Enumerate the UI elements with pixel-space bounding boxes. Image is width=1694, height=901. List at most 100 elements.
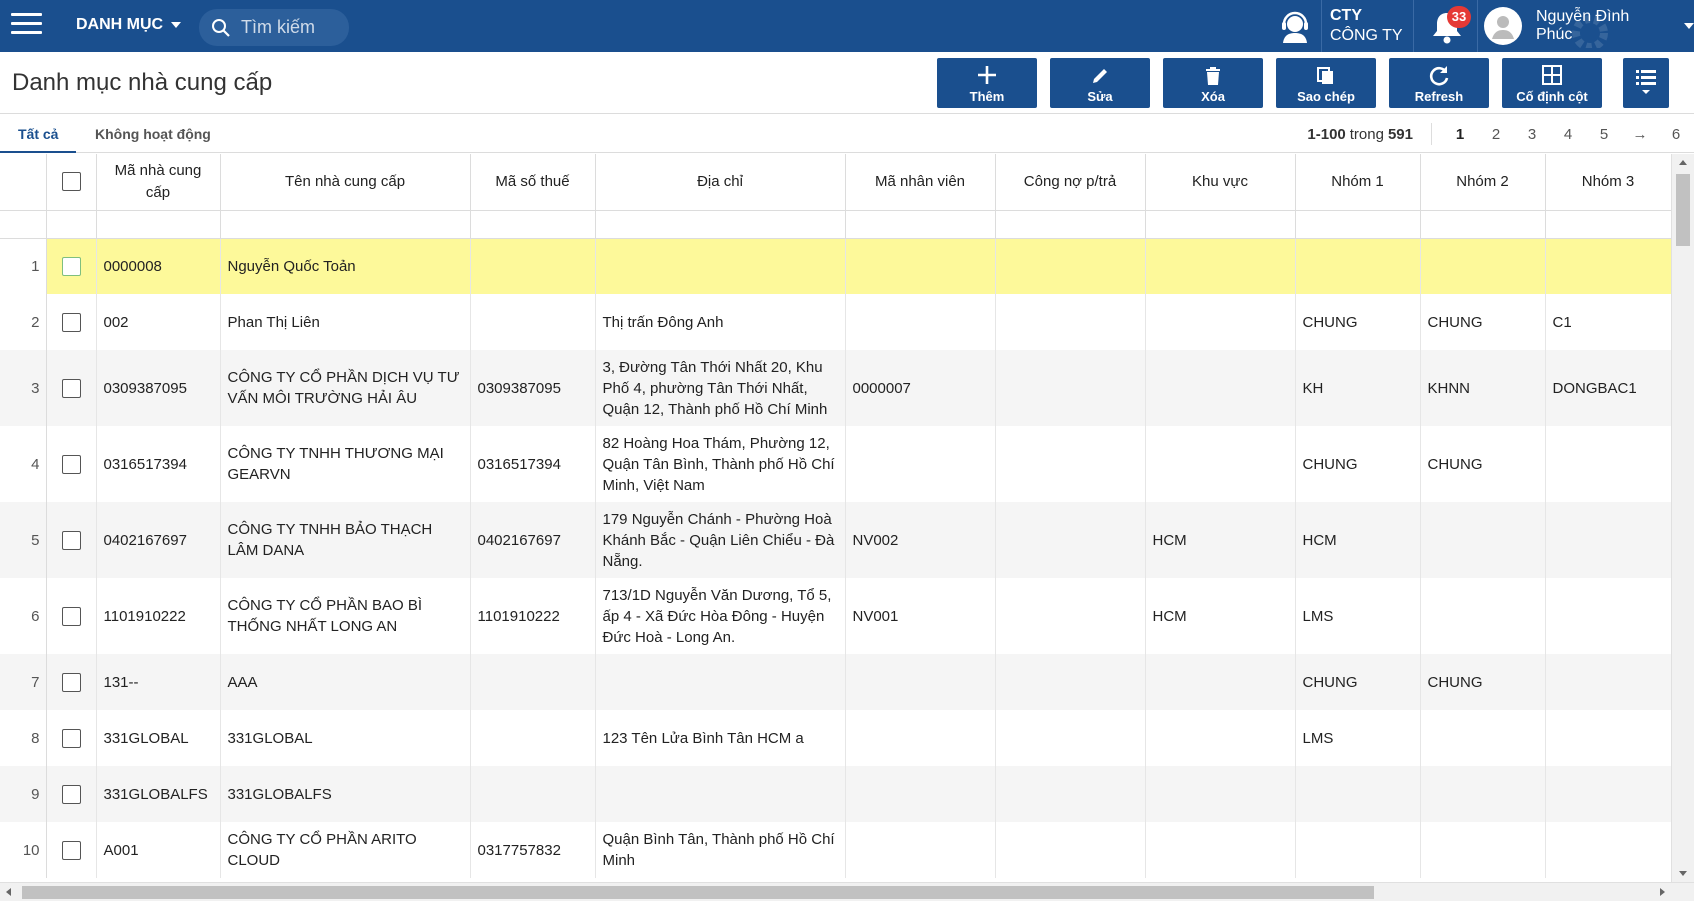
group-1-cell: LMS [1295,578,1421,654]
filter-cell[interactable] [1545,210,1671,239]
page-link-1[interactable]: 1 [1442,126,1478,143]
region-cell: HCM [1145,502,1296,578]
row-select-cell [46,238,97,294]
table-row[interactable]: 2 002 Phan Thị Liên Thị trấn Đông Anh CHUNG C… [0,294,1671,350]
row-checkbox[interactable] [61,673,81,693]
table-row[interactable]: 3 0309387095 CÔNG TY CỔ PHẦN DỊCH VỤ TƯ VẤ… [0,350,1671,426]
column-header-group-2[interactable]: Nhóm 2 [1420,154,1546,211]
page-link-4[interactable]: 4 [1550,126,1586,143]
page-link-2[interactable]: 2 [1478,126,1514,143]
row-checkbox[interactable] [61,531,81,551]
filter-cell[interactable] [1145,210,1296,239]
row-checkbox[interactable] [61,729,81,749]
column-header-region[interactable]: Khu vực [1145,154,1296,211]
notification-count-badge: 33 [1447,6,1471,28]
pagination-divider [1431,123,1432,145]
supplier-code-cell: A001 [96,822,221,878]
region-cell [1145,238,1296,294]
row-checkbox[interactable] [61,379,81,399]
support-agent-icon[interactable] [1277,9,1313,45]
scroll-left-arrow-icon[interactable] [6,888,11,896]
column-header-group-3[interactable]: Nhóm 3 [1545,154,1671,211]
group-2-cell [1420,710,1546,766]
copy-button[interactable]: Sao chép [1276,58,1376,108]
filter-cell[interactable] [1420,210,1546,239]
row-checkbox[interactable] [61,313,81,333]
column-header-tax-code[interactable]: Mã số thuế [470,154,596,211]
employee-code-cell: NV002 [845,502,996,578]
scroll-down-arrow-icon[interactable] [1679,871,1687,876]
add-button[interactable]: Thêm [937,58,1037,108]
tab-all[interactable]: Tất cả [0,115,77,153]
category-menu[interactable]: DANH MỤC [76,16,182,34]
scroll-right-arrow-icon[interactable] [1660,888,1665,896]
page-link-last[interactable]: 6 [1658,126,1694,143]
search-input[interactable] [241,17,346,38]
filter-cell[interactable] [845,210,996,239]
vertical-scroll-thumb[interactable] [1676,174,1690,246]
search-box[interactable] [199,9,349,46]
company-selector[interactable]: CTY CÔNG TY [1330,6,1403,46]
region-cell [1145,766,1296,822]
filter-cell[interactable] [995,210,1146,239]
table-row[interactable]: 7 131-- AAA CHUNG CHUNG [0,654,1671,710]
table-row[interactable]: 9 331GLOBALFS 331GLOBALFS [0,766,1671,822]
tab-inactive[interactable]: Không hoạt động [95,115,211,153]
table-row[interactable]: 8 331GLOBAL 331GLOBAL 123 Tên Lửa Bình Tân … [0,710,1671,766]
user-menu[interactable]: Nguyễn Đình Phúc [1484,6,1694,46]
table-row[interactable]: 6 1101910222 CÔNG TY CỔ PHẦN BAO BÌ THỐNG … [0,578,1671,654]
horizontal-scroll-thumb[interactable] [22,886,1374,899]
row-number: 4 [0,426,47,502]
more-options-button[interactable] [1623,58,1669,108]
page-header: Danh mục nhà cung cấp Thêm Sửa Xóa Sao c… [0,52,1694,114]
tabs-bar: Tất cả Không hoạt động 1-100 trong 591 1… [0,115,1694,153]
filter-cell [46,210,97,239]
supplier-code-cell: 331GLOBAL [96,710,221,766]
table-row[interactable]: 5 0402167697 CÔNG TY TNHH BẢO THẠCH LÂM DA… [0,502,1671,578]
table-row[interactable]: 10 A001 CÔNG TY CỔ PHẦN ARITO CLOUD 0317757… [0,822,1671,878]
edit-button-label: Sửa [1087,89,1113,104]
filter-cell[interactable] [1295,210,1421,239]
search-icon [212,18,230,37]
horizontal-scrollbar[interactable] [0,882,1694,901]
copy-button-label: Sao chép [1297,89,1355,104]
row-checkbox[interactable] [61,607,81,627]
column-header-employee-code[interactable]: Mã nhân viên [845,154,996,211]
column-header-payable[interactable]: Công nợ p/trả [995,154,1146,211]
page-link-5[interactable]: 5 [1586,126,1622,143]
group-2-cell [1420,822,1546,878]
row-checkbox[interactable] [61,785,81,805]
supplier-code-cell: 131-- [96,654,221,710]
row-checkbox[interactable] [61,257,81,277]
delete-button[interactable]: Xóa [1163,58,1263,108]
supplier-name-cell: CÔNG TY CỔ PHẦN DỊCH VỤ TƯ VẤN MÔI TRƯỜN… [220,350,471,426]
company-name: CÔNG TY [1330,27,1403,44]
table-row[interactable]: 1 0000008 Nguyễn Quốc Toản [0,238,1671,294]
filter-cell[interactable] [470,210,596,239]
supplier-name-cell: CÔNG TY CỔ PHẦN BAO BÌ THỐNG NHẤT LONG A… [220,578,471,654]
freeze-columns-button[interactable]: Cố định cột [1502,58,1602,108]
page-link-3[interactable]: 3 [1514,126,1550,143]
hamburger-menu-icon[interactable] [11,13,42,39]
refresh-button[interactable]: Refresh [1389,58,1489,108]
company-code: CTY [1330,7,1362,24]
group-1-cell: CHUNG [1295,294,1421,350]
select-all-checkbox[interactable] [61,172,81,192]
filter-cell[interactable] [595,210,846,239]
page-next-arrow[interactable]: → [1622,126,1658,143]
table-row[interactable]: 4 0316517394 CÔNG TY TNHH THƯƠNG MẠI GEARV… [0,426,1671,502]
vertical-scrollbar[interactable] [1671,154,1694,882]
filter-cell[interactable] [96,210,221,239]
table-body: 1 0000008 Nguyễn Quốc Toản 2 002 Phan Thị Liê… [0,238,1671,878]
filter-cell[interactable] [220,210,471,239]
column-header-group-1[interactable]: Nhóm 1 [1295,154,1421,211]
edit-button[interactable]: Sửa [1050,58,1150,108]
payable-cell [995,502,1146,578]
tax-code-cell: 0316517394 [470,426,596,502]
row-checkbox[interactable] [61,455,81,475]
column-header-address[interactable]: Địa chỉ [595,154,846,211]
column-header-supplier-name[interactable]: Tên nhà cung cấp [220,154,471,211]
column-header-supplier-code[interactable]: Mã nhà cung cấp [96,154,221,211]
scroll-up-arrow-icon[interactable] [1679,160,1687,165]
row-checkbox[interactable] [61,841,81,861]
